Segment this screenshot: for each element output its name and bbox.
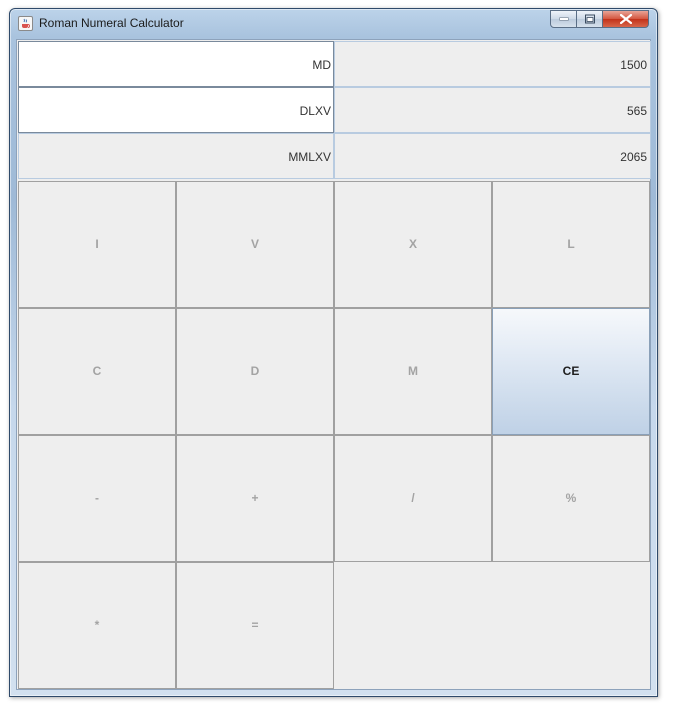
maximize-icon: [584, 14, 595, 24]
calculator-panel: MD 1500 DLXV 565 MMLXV 2065 I V X L C D …: [16, 39, 651, 690]
numeral-i-button[interactable]: I: [18, 181, 176, 308]
numeral-c-button[interactable]: C: [18, 308, 176, 435]
result-decimal-field: 2065: [334, 133, 651, 179]
clear-entry-button[interactable]: CE: [492, 308, 650, 435]
close-button[interactable]: [603, 10, 649, 28]
operand1-roman-input[interactable]: MD: [18, 41, 334, 87]
equals-button[interactable]: =: [176, 562, 334, 689]
modulo-button[interactable]: %: [492, 435, 650, 562]
close-icon: [619, 14, 632, 24]
operand1-decimal-field: 1500: [334, 41, 651, 87]
operand2-roman-input[interactable]: DLXV: [18, 87, 334, 133]
maximize-button[interactable]: [577, 10, 603, 28]
operand2-decimal-field: 565: [334, 87, 651, 133]
result-roman-field: MMLXV: [18, 133, 334, 179]
numeral-x-button[interactable]: X: [334, 181, 492, 308]
java-cup-icon[interactable]: [18, 16, 33, 31]
numeral-m-button[interactable]: M: [334, 308, 492, 435]
app-window: Roman Numeral Calculator MD 1500 DLXV 56…: [9, 8, 658, 697]
operand1-row: MD 1500: [18, 41, 651, 87]
divide-button[interactable]: /: [334, 435, 492, 562]
minimize-icon: [559, 17, 568, 21]
numeral-v-button[interactable]: V: [176, 181, 334, 308]
window-controls: [550, 10, 655, 29]
operand2-row: DLXV 565: [18, 87, 651, 133]
numeral-d-button[interactable]: D: [176, 308, 334, 435]
result-row: MMLXV 2065: [18, 133, 651, 179]
title-bar[interactable]: Roman Numeral Calculator: [10, 9, 657, 39]
multiply-button[interactable]: *: [18, 562, 176, 689]
numeral-l-button[interactable]: L: [492, 181, 650, 308]
minimize-button[interactable]: [550, 10, 577, 28]
window-title: Roman Numeral Calculator: [39, 16, 184, 30]
add-button[interactable]: +: [176, 435, 334, 562]
subtract-button[interactable]: -: [18, 435, 176, 562]
